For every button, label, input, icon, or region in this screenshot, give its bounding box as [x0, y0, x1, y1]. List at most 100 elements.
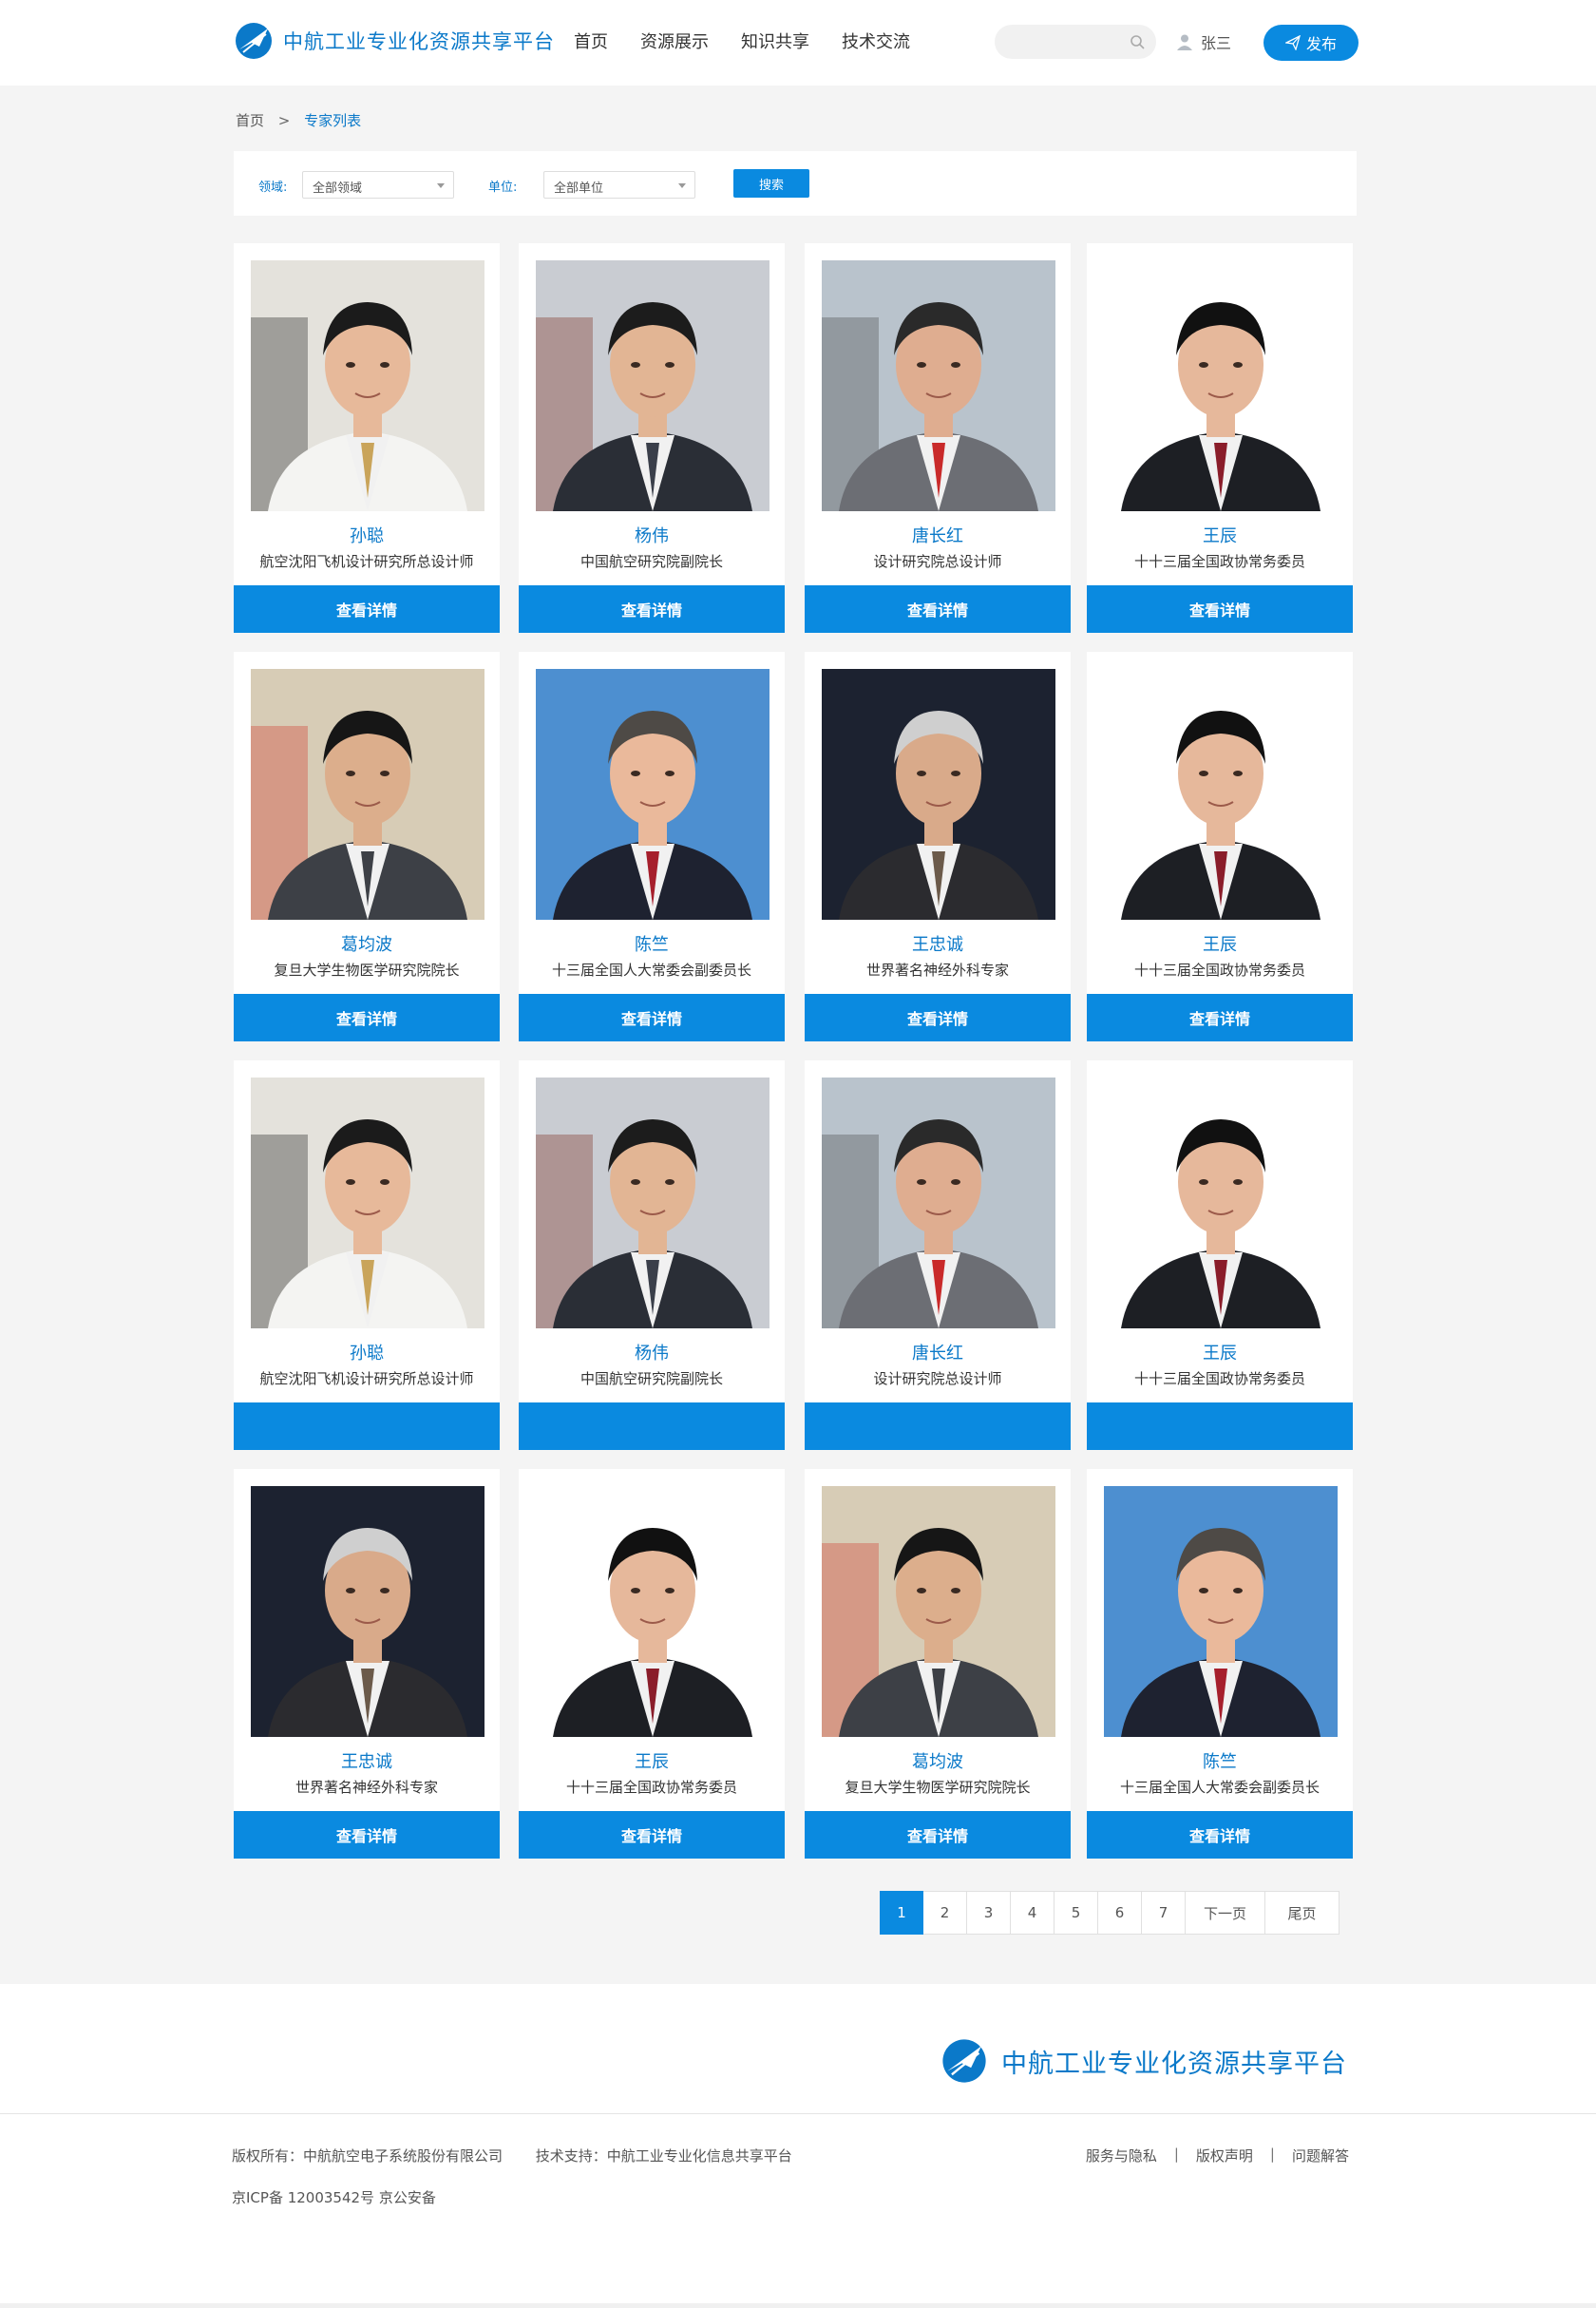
- link-privacy[interactable]: 服务与隐私: [1086, 2146, 1157, 2165]
- user-menu[interactable]: 张三: [1176, 30, 1231, 53]
- expert-photo[interactable]: [822, 669, 1055, 920]
- expert-card[interactable]: 葛均波 复旦大学生物医学研究院院长 查看详情: [805, 1469, 1071, 1859]
- expert-card[interactable]: 杨伟中国航空研究院副院长查看详情: [519, 243, 785, 633]
- expert-card[interactable]: 王辰十十三届全国政协常务委员查看详情: [1087, 243, 1353, 633]
- view-details-button[interactable]: 查看详情: [519, 585, 785, 633]
- expert-name[interactable]: 孙聪: [234, 523, 500, 547]
- expert-name[interactable]: 王辰: [1087, 523, 1353, 547]
- expert-name[interactable]: 杨伟: [519, 1340, 785, 1364]
- expert-photo[interactable]: [1104, 260, 1338, 511]
- search-icon[interactable]: [1130, 34, 1145, 49]
- view-details-button[interactable]: 查看详情: [234, 585, 500, 633]
- expert-photo[interactable]: [251, 260, 484, 511]
- expert-name[interactable]: 唐长红: [805, 1340, 1071, 1364]
- expert-name[interactable]: 陈竺: [519, 931, 785, 956]
- expert-card[interactable]: 唐长红设计研究院总设计师: [805, 1060, 1071, 1450]
- link-copyright[interactable]: 版权声明: [1196, 2146, 1253, 2165]
- view-details-button[interactable]: 查看详情: [1087, 1811, 1353, 1859]
- view-details-button[interactable]: [805, 1402, 1071, 1450]
- field-select[interactable]: 全部领域: [302, 171, 454, 199]
- breadcrumb-home[interactable]: 首页: [236, 112, 264, 129]
- footer: 中航工业专业化资源共享平台 版权所有：中航航空电子系统股份有限公司 技术支持：中…: [0, 1984, 1596, 2308]
- expert-card[interactable]: 杨伟 中国航空研究院副院长: [519, 1060, 785, 1450]
- view-details-button[interactable]: [519, 1402, 785, 1450]
- expert-title: 设计研究院总设计师: [873, 1370, 1002, 1387]
- next-page-button[interactable]: 下一页: [1186, 1891, 1265, 1935]
- expert-photo[interactable]: [822, 1078, 1055, 1328]
- expert-photo[interactable]: [536, 1486, 770, 1737]
- view-details-button[interactable]: 查看详情: [1087, 585, 1353, 633]
- copyright-text: 版权所有：中航航空电子系统股份有限公司: [232, 2147, 504, 2165]
- brand-logo[interactable]: 中航工业专业化资源共享平台: [234, 21, 555, 61]
- view-details-button[interactable]: 查看详情: [805, 585, 1071, 633]
- breadcrumb-current[interactable]: 专家列表: [304, 112, 361, 129]
- expert-name[interactable]: 王辰: [519, 1748, 785, 1773]
- publish-button[interactable]: 发布: [1264, 25, 1358, 61]
- view-details-button[interactable]: [1087, 1402, 1353, 1450]
- expert-photo[interactable]: [536, 669, 770, 920]
- expert-photo[interactable]: [1104, 1078, 1338, 1328]
- expert-card[interactable]: 王辰 十十三届全国政协常务委员: [1087, 1060, 1353, 1450]
- expert-name[interactable]: 王辰: [1087, 931, 1353, 956]
- unit-select[interactable]: 全部单位: [543, 171, 695, 199]
- expert-photo[interactable]: [251, 669, 484, 920]
- expert-title: 十十三届全国政协常务委员: [1133, 553, 1305, 570]
- footer-logo: 中航工业专业化资源共享平台: [940, 2037, 1347, 2085]
- link-faq[interactable]: 问题解答: [1292, 2146, 1349, 2165]
- view-details-button[interactable]: 查看详情: [519, 994, 785, 1041]
- expert-card[interactable]: 王忠诚 世界著名神经外科专家 查看详情: [805, 652, 1071, 1041]
- expert-name[interactable]: 杨伟: [519, 523, 785, 547]
- expert-name[interactable]: 葛均波: [234, 931, 500, 956]
- expert-card[interactable]: 陈竺 十三届全国人大常委会副委员长 查看详情: [519, 652, 785, 1041]
- view-details-button[interactable]: 查看详情: [1087, 994, 1353, 1041]
- page-6[interactable]: 6: [1098, 1891, 1142, 1935]
- view-details-button[interactable]: 查看详情: [805, 1811, 1071, 1859]
- filter-bar: 领域: 全部领域 单位: 全部单位 搜索: [234, 151, 1357, 216]
- expert-card[interactable]: 唐长红 设计研究院总设计师 查看详情: [805, 243, 1071, 633]
- view-details-button[interactable]: 查看详情: [805, 994, 1071, 1041]
- nav-tech-exchange[interactable]: 技术交流: [842, 29, 910, 53]
- expert-card[interactable]: 孙聪 航空沈阳飞机设计研究所总设计师: [234, 1060, 500, 1450]
- nav-knowledge[interactable]: 知识共享: [741, 29, 809, 53]
- publish-label: 发布: [1305, 35, 1337, 53]
- expert-photo[interactable]: [1104, 1486, 1338, 1737]
- view-details-button[interactable]: [234, 1402, 500, 1450]
- expert-card[interactable]: 陈竺 十三届全国人大常委会副委员长 查看详情: [1087, 1469, 1353, 1859]
- view-details-button[interactable]: 查看详情: [234, 994, 500, 1041]
- expert-photo[interactable]: [536, 1078, 770, 1328]
- expert-photo[interactable]: [536, 260, 770, 511]
- expert-name[interactable]: 王忠诚: [234, 1748, 500, 1773]
- expert-photo[interactable]: [1104, 669, 1338, 920]
- last-page-button[interactable]: 尾页: [1265, 1891, 1340, 1935]
- expert-photo[interactable]: [822, 260, 1055, 511]
- expert-photo[interactable]: [251, 1078, 484, 1328]
- expert-name[interactable]: 王忠诚: [805, 931, 1071, 956]
- expert-card[interactable]: 王辰 十十三届全国政协常务委员 查看详情: [1087, 652, 1353, 1041]
- page-1[interactable]: 1: [880, 1891, 923, 1935]
- chevron-down-icon: [437, 183, 445, 188]
- expert-name[interactable]: 孙聪: [234, 1340, 500, 1364]
- expert-card[interactable]: 葛均波 复旦大学生物医学研究院院长 查看详情: [234, 652, 500, 1041]
- expert-card[interactable]: 孙聪 航空沈阳飞机设计研究所总设计师 查看详情: [234, 243, 500, 633]
- expert-photo[interactable]: [251, 1486, 484, 1737]
- page-2[interactable]: 2: [923, 1891, 967, 1935]
- view-details-button[interactable]: 查看详情: [519, 1811, 785, 1859]
- nav-home[interactable]: 首页: [574, 29, 608, 53]
- view-details-button[interactable]: 查看详情: [234, 1811, 500, 1859]
- page-3[interactable]: 3: [967, 1891, 1011, 1935]
- page-5[interactable]: 5: [1054, 1891, 1098, 1935]
- page-7[interactable]: 7: [1142, 1891, 1186, 1935]
- expert-photo[interactable]: [822, 1486, 1055, 1737]
- search-input[interactable]: [995, 25, 1118, 59]
- expert-card[interactable]: 王忠诚 世界著名神经外科专家 查看详情: [234, 1469, 500, 1859]
- expert-name[interactable]: 唐长红: [805, 523, 1071, 547]
- expert-name[interactable]: 王辰: [1087, 1340, 1353, 1364]
- footer-divider: [0, 2113, 1596, 2114]
- filter-search-button[interactable]: 搜索: [733, 169, 809, 198]
- expert-card[interactable]: 王辰 十十三届全国政协常务委员 查看详情: [519, 1469, 785, 1859]
- expert-title: 中国航空研究院副院长: [580, 553, 723, 570]
- expert-name[interactable]: 葛均波: [805, 1748, 1071, 1773]
- nav-resources[interactable]: 资源展示: [640, 29, 709, 53]
- expert-name[interactable]: 陈竺: [1087, 1748, 1353, 1773]
- page-4[interactable]: 4: [1011, 1891, 1054, 1935]
